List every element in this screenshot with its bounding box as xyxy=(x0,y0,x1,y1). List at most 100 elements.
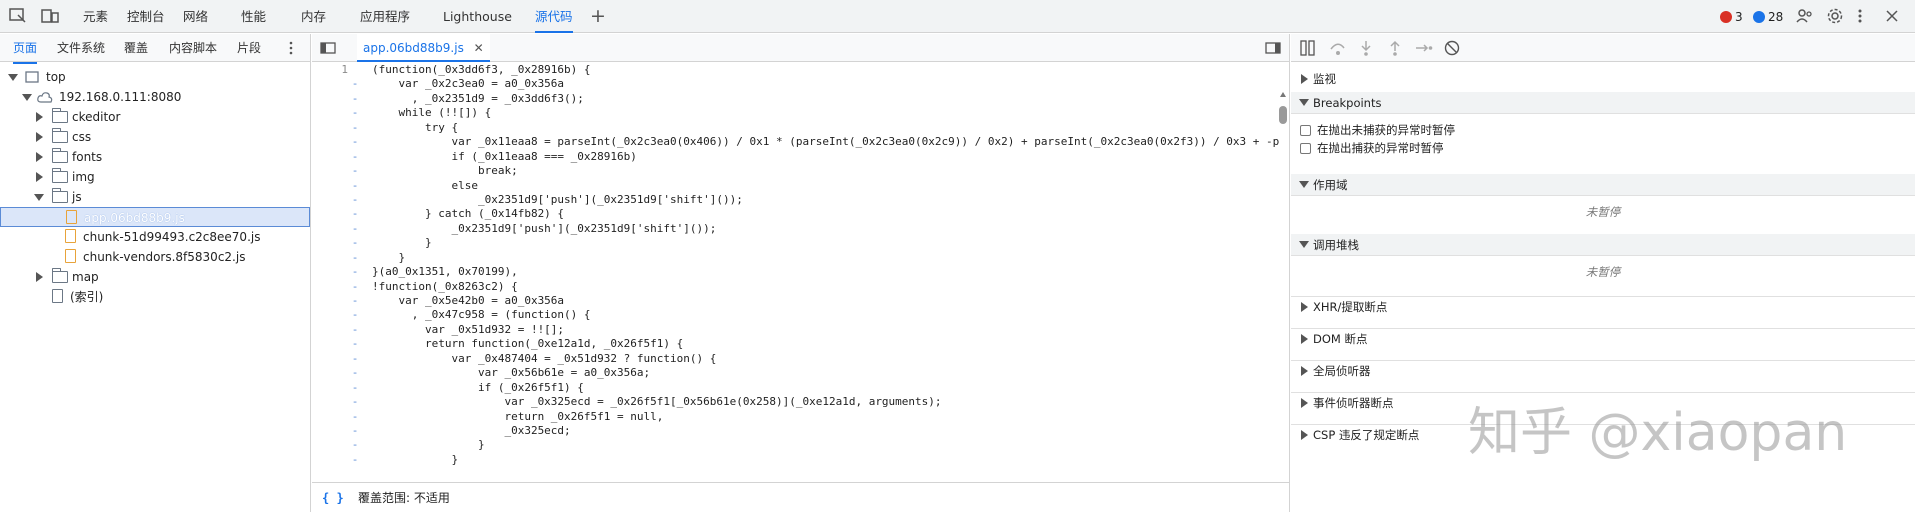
line-marker[interactable]: - xyxy=(348,179,362,193)
collapse-arrow-icon[interactable] xyxy=(36,172,43,182)
code-line[interactable]: , _0x47c958 = (function() { xyxy=(372,308,1282,322)
step-into-icon[interactable] xyxy=(1358,40,1374,56)
line-marker[interactable]: - xyxy=(348,424,362,438)
scroll-up-icon[interactable] xyxy=(1280,92,1286,97)
code-line[interactable]: else xyxy=(372,179,1282,193)
tab-memory[interactable]: 内存 xyxy=(301,0,326,33)
tree-item-chunk-js[interactable]: chunk-51d99493.c2c8ee70.js xyxy=(0,227,310,247)
section-dom-breakpoints[interactable]: DOM 断点 xyxy=(1291,328,1915,346)
line-marker[interactable]: - xyxy=(348,121,362,135)
bp-caught-checkbox[interactable] xyxy=(1300,143,1311,154)
tab-sources[interactable]: 源代码 xyxy=(535,0,573,33)
code-line[interactable]: _0x2351d9['push'](_0x2351d9['shift']()); xyxy=(372,193,1282,207)
tab-filesystem[interactable]: 文件系统 xyxy=(57,34,105,62)
more-options-icon[interactable] xyxy=(1856,8,1864,24)
tab-network[interactable]: 网络 xyxy=(183,0,208,33)
close-devtools-icon[interactable] xyxy=(1886,8,1898,24)
toggle-navigator-icon[interactable] xyxy=(320,42,336,54)
code-line[interactable]: try { xyxy=(372,121,1282,135)
line-marker[interactable]: - xyxy=(348,308,362,322)
navigator-more-icon[interactable] xyxy=(288,41,294,55)
more-tabs-plus-icon[interactable]: + xyxy=(590,0,606,32)
editor-tab-app-js[interactable]: app.06bd88b9.js ✕ xyxy=(357,34,490,62)
error-count[interactable]: 3 xyxy=(1720,0,1743,33)
tree-item-img[interactable]: img xyxy=(0,167,310,187)
toggle-debugger-icon[interactable] xyxy=(1265,42,1281,54)
inspect-element-icon[interactable] xyxy=(9,8,27,24)
collapse-arrow-icon[interactable] xyxy=(36,272,43,282)
tab-content-scripts[interactable]: 内容脚本 xyxy=(169,34,217,62)
line-marker[interactable]: - xyxy=(348,150,362,164)
tab-snippets[interactable]: 片段 xyxy=(237,34,261,62)
line-marker[interactable]: - xyxy=(348,106,362,120)
line-marker[interactable]: - xyxy=(348,337,362,351)
collapse-arrow-icon[interactable] xyxy=(1301,398,1308,408)
expand-arrow-icon[interactable] xyxy=(34,194,44,201)
issues-people-icon[interactable] xyxy=(1796,8,1814,24)
collapse-arrow-icon[interactable] xyxy=(36,132,43,142)
code-line[interactable]: return _0x26f5f1 = null, xyxy=(372,410,1282,424)
pretty-print-icon[interactable]: { } xyxy=(322,483,344,513)
tree-item-fonts[interactable]: fonts xyxy=(0,147,310,167)
code-line[interactable]: var _0x2c3ea0 = a0_0x356a xyxy=(372,77,1282,91)
code-line[interactable]: var _0x5e42b0 = a0_0x356a xyxy=(372,294,1282,308)
line-marker[interactable]: - xyxy=(348,280,362,294)
line-marker[interactable]: - xyxy=(348,453,362,467)
collapse-arrow-icon[interactable] xyxy=(36,152,43,162)
vertical-scrollbar[interactable] xyxy=(1277,92,1289,493)
tab-lighthouse[interactable]: Lighthouse xyxy=(443,0,512,33)
code-line[interactable]: } xyxy=(372,236,1282,250)
line-marker[interactable]: - xyxy=(348,395,362,409)
tree-item-index[interactable]: (索引) xyxy=(0,287,310,307)
line-marker[interactable]: - xyxy=(348,207,362,221)
pause-icon[interactable] xyxy=(1300,40,1315,56)
deactivate-breakpoints-icon[interactable] xyxy=(1444,40,1460,56)
line-marker[interactable]: - xyxy=(348,381,362,395)
tree-item-css[interactable]: css xyxy=(0,127,310,147)
step-icon[interactable] xyxy=(1415,40,1433,56)
line-marker[interactable]: - xyxy=(348,294,362,308)
code-line[interactable]: return function(_0xe12a1d, _0x26f5f1) { xyxy=(372,337,1282,351)
code-line[interactable]: } catch (_0x14fb82) { xyxy=(372,207,1282,221)
code-line[interactable]: var _0x325ecd = _0x26f5f1[_0x56b61e(0x25… xyxy=(372,395,1282,409)
code-line[interactable]: _0x325ecd; xyxy=(372,424,1282,438)
line-marker[interactable]: - xyxy=(348,193,362,207)
code-line[interactable]: _0x2351d9['push'](_0x2351d9['shift']()); xyxy=(372,222,1282,236)
tab-performance[interactable]: 性能 xyxy=(241,0,266,33)
section-global-listeners[interactable]: 全局侦听器 xyxy=(1291,360,1915,378)
line-marker[interactable]: - xyxy=(348,410,362,424)
tree-item-app-js[interactable]: app.06bd88b9.js xyxy=(0,207,310,227)
tree-item-origin[interactable]: 192.168.0.111:8080 xyxy=(0,87,310,107)
line-marker[interactable]: - xyxy=(348,352,362,366)
tab-overrides[interactable]: 覆盖 xyxy=(124,34,148,62)
line-marker[interactable]: - xyxy=(348,251,362,265)
step-out-icon[interactable] xyxy=(1387,40,1403,56)
bp-uncaught-checkbox[interactable] xyxy=(1300,125,1311,136)
code-line[interactable]: var _0x11eaa8 = parseInt(_0x2c3ea0(0x406… xyxy=(372,135,1282,149)
expand-arrow-icon[interactable] xyxy=(22,94,32,101)
expand-arrow-icon[interactable] xyxy=(1299,99,1309,106)
tab-console[interactable]: 控制台 xyxy=(127,0,165,33)
collapse-arrow-icon[interactable] xyxy=(1301,430,1308,440)
code-line[interactable]: break; xyxy=(372,164,1282,178)
tab-application[interactable]: 应用程序 xyxy=(360,0,410,33)
expand-arrow-icon[interactable] xyxy=(8,74,18,81)
section-xhr-breakpoints[interactable]: XHR/提取断点 xyxy=(1291,296,1915,314)
tree-item-ckeditor[interactable]: ckeditor xyxy=(0,107,310,127)
code-line[interactable]: var _0x487404 = _0x51d932 ? function() { xyxy=(372,352,1282,366)
code-line[interactable]: } xyxy=(372,251,1282,265)
tab-elements[interactable]: 元素 xyxy=(83,0,108,33)
code-line[interactable]: var _0x51d932 = !![]; xyxy=(372,323,1282,337)
code-line[interactable]: if (_0x11eaa8 === _0x28916b) xyxy=(372,150,1282,164)
collapse-arrow-icon[interactable] xyxy=(1301,366,1308,376)
expand-arrow-icon[interactable] xyxy=(1299,241,1309,248)
line-number[interactable]: 1 xyxy=(312,63,348,77)
vertical-scroll-thumb[interactable] xyxy=(1279,106,1287,124)
device-toolbar-icon[interactable] xyxy=(41,8,59,24)
message-count[interactable]: 28 xyxy=(1753,0,1783,33)
close-tab-icon[interactable]: ✕ xyxy=(474,41,484,55)
code-line[interactable]: } xyxy=(372,453,1282,467)
line-marker[interactable]: - xyxy=(348,265,362,279)
code-line[interactable]: }(a0_0x1351, 0x70199), xyxy=(372,265,1282,279)
line-marker[interactable]: - xyxy=(348,323,362,337)
